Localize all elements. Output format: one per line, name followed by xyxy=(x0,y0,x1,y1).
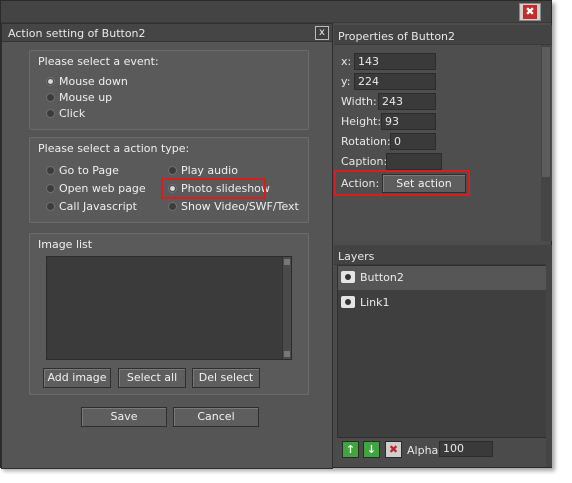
radio-indicator xyxy=(46,92,55,102)
add-image-button[interactable]: Add image xyxy=(43,368,111,388)
layer-name: Link1 xyxy=(360,296,390,309)
properties-title: Properties of Button2 xyxy=(334,25,552,45)
event-group: Please select a event: Mouse down Mouse … xyxy=(29,50,309,130)
arrow-up-icon[interactable]: ↑ xyxy=(342,441,359,458)
cancel-button[interactable]: Cancel xyxy=(173,407,259,427)
radio-call-javascript[interactable]: Call Javascript xyxy=(46,199,137,213)
eye-icon[interactable] xyxy=(341,271,355,283)
select-all-button[interactable]: Select all xyxy=(118,368,186,388)
rotation-label: Rotation: xyxy=(341,135,391,148)
alpha-field[interactable]: 100 xyxy=(439,441,493,457)
save-button[interactable]: Save xyxy=(81,407,167,427)
layers-title: Layers xyxy=(334,245,552,265)
delete-icon[interactable]: ✖ xyxy=(385,441,402,458)
radio-indicator xyxy=(46,183,55,193)
radio-label: Mouse up xyxy=(59,90,113,104)
radio-indicator xyxy=(168,165,177,175)
y-label: y: xyxy=(341,75,351,88)
radio-indicator xyxy=(46,165,55,175)
dialog-title-bar: Action setting of Button2 x xyxy=(2,24,332,42)
image-listbox[interactable] xyxy=(46,256,292,360)
width-field[interactable]: 243 xyxy=(378,93,436,110)
layer-row-link1[interactable]: Link1 xyxy=(338,291,546,315)
scrollbar-thumb[interactable] xyxy=(542,47,550,177)
radio-mouse-up[interactable]: Mouse up xyxy=(46,90,112,104)
radio-label: Play audio xyxy=(181,163,238,177)
y-field[interactable]: 224 xyxy=(354,73,436,90)
close-icon: ✖ xyxy=(523,5,537,19)
dialog-title: Action setting of Button2 xyxy=(8,27,146,40)
event-group-title: Please select a event: xyxy=(38,55,159,68)
radio-indicator xyxy=(46,108,55,118)
layer-list: Button2 Link1 xyxy=(337,265,547,438)
scroll-down-arrow[interactable] xyxy=(284,351,290,357)
radio-label: Call Javascript xyxy=(59,199,137,213)
action-label: Action: xyxy=(341,177,380,190)
x-field[interactable]: 143 xyxy=(354,53,436,70)
caption-label: Caption: xyxy=(341,155,388,168)
arrow-down-icon[interactable]: ↓ xyxy=(363,441,380,458)
action-group-title: Please select a action type: xyxy=(38,142,190,155)
rotation-field[interactable]: 0 xyxy=(390,133,436,150)
set-action-button[interactable]: Set action xyxy=(382,174,466,193)
highlight-box xyxy=(161,178,266,199)
radio-indicator xyxy=(168,201,177,211)
radio-go-to-page[interactable]: Go to Page xyxy=(46,163,119,177)
action-type-group: Please select a action type: Go to Page … xyxy=(29,137,309,223)
scroll-up-arrow[interactable] xyxy=(284,259,290,265)
properties-scrollbar[interactable] xyxy=(541,45,551,241)
height-label: Height: xyxy=(341,115,382,128)
caption-field[interactable] xyxy=(386,153,442,170)
app-close-button[interactable]: ✖ xyxy=(519,3,541,21)
width-label: Width: xyxy=(341,95,377,108)
radio-label: Go to Page xyxy=(59,163,119,177)
radio-show-video[interactable]: Show Video/SWF/Text xyxy=(168,199,299,213)
eye-icon[interactable] xyxy=(341,296,355,308)
alpha-label: Alpha: xyxy=(407,444,442,457)
radio-label: Mouse down xyxy=(59,74,128,88)
radio-label: Open web page xyxy=(59,181,146,195)
layers-scrollbar[interactable] xyxy=(546,261,552,467)
del-select-button[interactable]: Del select xyxy=(192,368,260,388)
app-window: ✖ Action setting of Button2 x Please sel… xyxy=(0,0,552,469)
radio-label: Show Video/SWF/Text xyxy=(181,199,299,213)
action-setting-dialog: Action setting of Button2 x Please selec… xyxy=(1,23,333,469)
x-label: x: xyxy=(341,55,352,68)
radio-open-web-page[interactable]: Open web page xyxy=(46,181,146,195)
dialog-close-button[interactable]: x xyxy=(315,26,329,40)
app-top-bar: ✖ xyxy=(1,1,551,23)
radio-indicator xyxy=(46,201,55,211)
properties-panel: Properties of Button2 x: 143 y: 224 Widt… xyxy=(334,25,552,241)
image-list-group: Image list Add image Select all Del sele… xyxy=(29,233,309,395)
height-field[interactable]: 93 xyxy=(381,113,436,130)
radio-indicator xyxy=(46,76,55,86)
radio-mouse-down[interactable]: Mouse down xyxy=(46,74,128,88)
layers-panel: Layers Button2 Link1 ↑ ↓ ✖ Alpha: 100 xyxy=(334,245,552,467)
layer-name: Button2 xyxy=(360,271,404,284)
layer-row-button2[interactable]: Button2 xyxy=(338,266,546,290)
listbox-scrollbar[interactable] xyxy=(282,257,291,359)
radio-play-audio[interactable]: Play audio xyxy=(168,163,238,177)
radio-label: Click xyxy=(59,106,86,120)
radio-click[interactable]: Click xyxy=(46,106,85,120)
image-list-title: Image list xyxy=(38,238,93,251)
